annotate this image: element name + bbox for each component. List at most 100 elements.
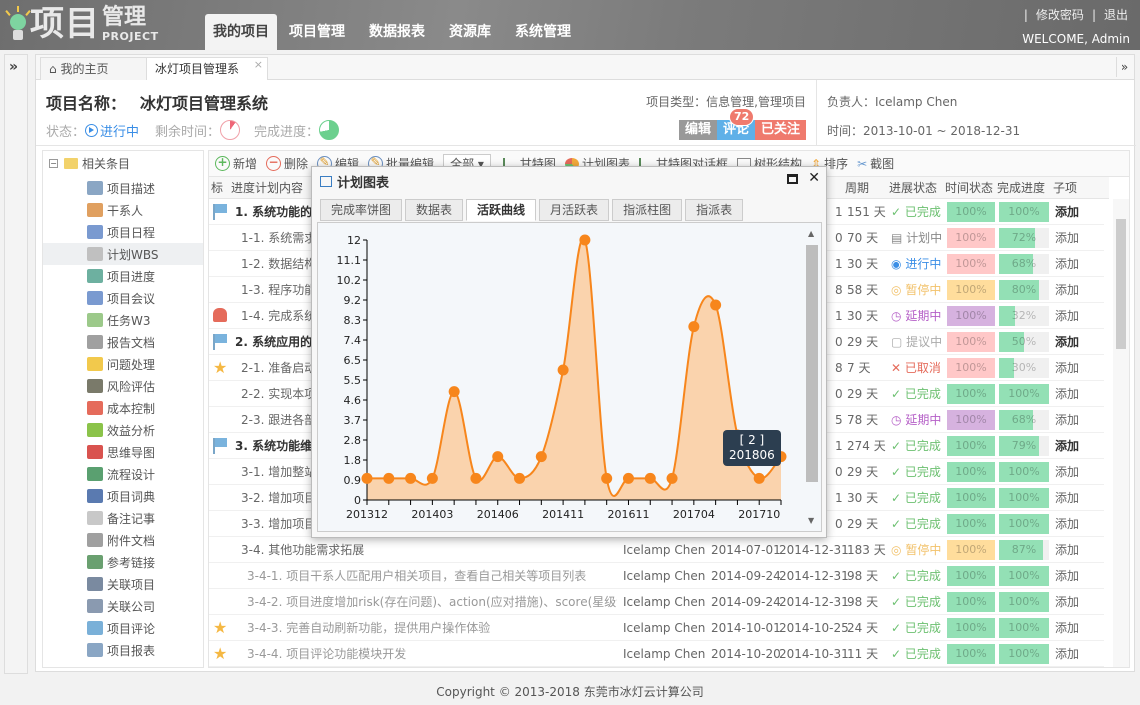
collapse-icon[interactable]: − bbox=[49, 159, 58, 168]
close-tab-icon[interactable]: × bbox=[254, 54, 263, 76]
tree-item[interactable]: 成本控制 bbox=[87, 397, 203, 419]
column-header[interactable]: 进度计划内容 bbox=[231, 177, 303, 199]
change-password-link[interactable]: 修改密码 bbox=[1036, 8, 1084, 22]
add-subitem-link[interactable]: 添加 bbox=[1055, 277, 1079, 303]
tree-item[interactable]: 效益分析 bbox=[87, 419, 203, 441]
tree-item[interactable]: 报告文档 bbox=[87, 331, 203, 353]
tree-item[interactable]: 项目描述 bbox=[87, 177, 203, 199]
tree-item[interactable]: 干系人 bbox=[87, 199, 203, 221]
dialog-tab[interactable]: 指派柱图 bbox=[612, 199, 683, 221]
end-date: 8 bbox=[835, 361, 843, 375]
tabs-menu-chevron-icon[interactable]: » bbox=[1116, 57, 1132, 77]
time-status-bar: 100% bbox=[947, 358, 995, 378]
tree-item[interactable]: 计划WBS bbox=[43, 243, 203, 265]
project-name: 冰灯项目管理系统 bbox=[140, 94, 269, 113]
add-button[interactable]: + 新增 bbox=[215, 155, 257, 172]
add-subitem-link[interactable]: 添加 bbox=[1055, 511, 1079, 537]
plan-content[interactable]: 3-4-1. 项目干系人匹配用户相关项目，查看自己相关等项目列表 bbox=[247, 563, 617, 589]
followed-button[interactable]: 已关注 bbox=[754, 120, 806, 140]
table-row[interactable]: 3-4-2. 项目进度增加risk(存在问题)、action(应对措施)、sco… bbox=[209, 589, 1104, 615]
chart-scrollbar[interactable]: ▲ ▼ bbox=[805, 227, 819, 527]
x-tick-label: 201406 bbox=[477, 508, 519, 521]
plan-content[interactable]: 3-4-2. 项目进度增加risk(存在问题)、action(应对措施)、sco… bbox=[247, 589, 617, 615]
duration: 30 天 bbox=[847, 257, 879, 271]
column-header[interactable]: 时间状态 bbox=[945, 177, 993, 199]
tree-item[interactable]: 备注记事 bbox=[87, 507, 203, 529]
tree-item[interactable]: 项目进度 bbox=[87, 265, 203, 287]
add-subitem-link[interactable]: 添加 bbox=[1055, 303, 1079, 329]
tree-root[interactable]: − 相关条目 bbox=[49, 155, 130, 172]
tab-project[interactable]: 冰灯项目管理系 × bbox=[146, 57, 268, 81]
tree-item[interactable]: 参考链接 bbox=[87, 551, 203, 573]
add-subitem-link[interactable]: 添加 bbox=[1055, 589, 1079, 615]
table-row[interactable]: 3-4. 其他功能需求拓展 Icelamp Chen 2014-07-01 2014-… bbox=[209, 537, 1104, 563]
dialog-tab[interactable]: 活跃曲线 bbox=[466, 199, 537, 221]
plan-content[interactable]: 3-4. 其他功能需求拓展 bbox=[241, 537, 617, 563]
tree-item[interactable]: 项目词典 bbox=[87, 485, 203, 507]
tree-item[interactable]: 思维导图 bbox=[87, 441, 203, 463]
column-header[interactable]: 周期 bbox=[845, 177, 869, 199]
tree-item[interactable]: 附件文档 bbox=[87, 529, 203, 551]
column-header[interactable]: 进展状态 bbox=[889, 177, 937, 199]
time-status-bar: 100% bbox=[947, 384, 995, 404]
dialog-tab[interactable]: 数据表 bbox=[405, 199, 464, 221]
add-subitem-link[interactable]: 添加 bbox=[1055, 563, 1079, 589]
close-icon[interactable]: ✕ bbox=[808, 170, 820, 186]
add-subitem-link[interactable]: 添加 bbox=[1055, 537, 1079, 563]
add-subitem-link[interactable]: 添加 bbox=[1055, 251, 1079, 277]
expand-icon[interactable]: » bbox=[9, 59, 18, 75]
column-header[interactable]: 完成进度 bbox=[997, 177, 1045, 199]
tree-item[interactable]: 任务W3 bbox=[87, 309, 203, 331]
nav-item[interactable]: 系统管理 bbox=[503, 14, 583, 50]
nav-item[interactable]: 资源库 bbox=[437, 14, 503, 50]
edit-button[interactable]: 编辑 bbox=[678, 120, 717, 140]
dialog-tab[interactable]: 完成率饼图 bbox=[320, 199, 403, 221]
dialog-tab[interactable]: 月活跃表 bbox=[539, 199, 610, 221]
add-subitem-link[interactable]: 添加 bbox=[1055, 459, 1079, 485]
table-row[interactable]: 3-4-1. 项目干系人匹配用户相关项目，查看自己相关等项目列表 Icelamp … bbox=[209, 563, 1104, 589]
maximize-icon[interactable] bbox=[787, 174, 799, 184]
add-subitem-link[interactable]: 添加 bbox=[1055, 615, 1079, 641]
add-subitem-link[interactable]: 添加 bbox=[1055, 381, 1079, 407]
add-subitem-link[interactable]: 添加 bbox=[1055, 485, 1079, 511]
grid-scrollbar[interactable] bbox=[1113, 199, 1129, 667]
tab-home[interactable]: ⌂ 我的主页 bbox=[40, 57, 148, 81]
tree-item[interactable]: 项目会议 bbox=[87, 287, 203, 309]
y-tick-label: 7.4 bbox=[344, 334, 362, 347]
logo[interactable]: 项目 管理 PROJECT bbox=[5, 4, 159, 44]
tree-item[interactable]: 项目报表 bbox=[87, 639, 203, 661]
screenshot-button[interactable]: ✂ 截图 bbox=[857, 155, 894, 172]
tree-item[interactable]: 项目日程 bbox=[87, 221, 203, 243]
add-subitem-link[interactable]: 添加 bbox=[1055, 355, 1079, 381]
add-subitem-link[interactable]: 添加 bbox=[1055, 407, 1079, 433]
delete-button[interactable]: − 删除 bbox=[266, 155, 308, 172]
side-collapse-bar[interactable]: » bbox=[4, 54, 28, 674]
tree-item-icon bbox=[87, 313, 103, 327]
table-row[interactable]: ★ 3-4-3. 完善自动刷新功能，提供用户操作体验 Icelamp Chen 201… bbox=[209, 615, 1104, 641]
tree-item[interactable]: 项目评论 bbox=[87, 617, 203, 639]
dialog-tab[interactable]: 指派表 bbox=[685, 199, 744, 221]
comment-count-badge: 72 bbox=[728, 108, 755, 126]
tree-item[interactable]: 关联公司 bbox=[87, 595, 203, 617]
table-row[interactable]: ★ 3-4-4. 项目评论功能模块开发 Icelamp Chen 2014-10-20… bbox=[209, 641, 1104, 667]
add-subitem-link[interactable]: 添加 bbox=[1055, 641, 1079, 667]
y-tick-label: 11.1 bbox=[337, 254, 362, 267]
logout-link[interactable]: 退出 bbox=[1104, 8, 1128, 22]
column-header[interactable]: 子项 bbox=[1053, 177, 1077, 199]
nav-item[interactable]: 项目管理 bbox=[277, 14, 357, 50]
tree-item[interactable]: 流程设计 bbox=[87, 463, 203, 485]
add-subitem-link[interactable]: 添加 bbox=[1055, 199, 1079, 225]
nav-item[interactable]: 数据报表 bbox=[357, 14, 437, 50]
nav-item[interactable]: 我的项目 bbox=[205, 14, 277, 50]
add-subitem-link[interactable]: 添加 bbox=[1055, 329, 1079, 355]
tree-item[interactable]: 问题处理 bbox=[87, 353, 203, 375]
tree-item-icon bbox=[87, 555, 103, 569]
plan-content[interactable]: 3-4-3. 完善自动刷新功能，提供用户操作体验 bbox=[247, 615, 617, 641]
tree-item[interactable]: 风险评估 bbox=[87, 375, 203, 397]
add-subitem-link[interactable]: 添加 bbox=[1055, 225, 1079, 251]
plan-content[interactable]: 3-4-4. 项目评论功能模块开发 bbox=[247, 641, 617, 667]
tree-item[interactable]: 关联项目 bbox=[87, 573, 203, 595]
comment-button[interactable]: 评论 72 bbox=[716, 108, 755, 140]
column-header[interactable]: 标 bbox=[211, 177, 223, 199]
add-subitem-link[interactable]: 添加 bbox=[1055, 433, 1079, 459]
